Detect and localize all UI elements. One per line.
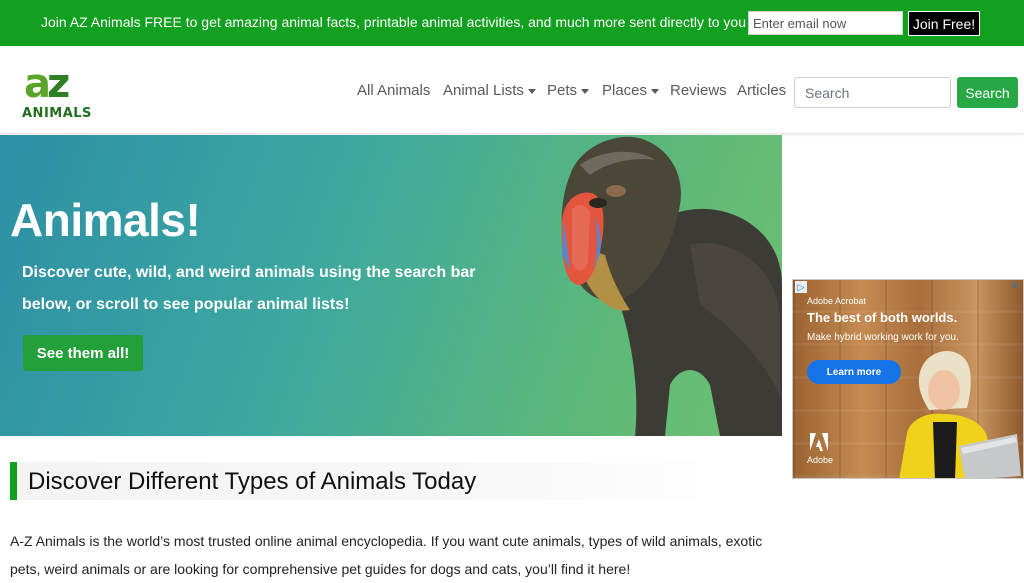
nav-label: Animal Lists [443,82,524,99]
hero-description: Discover cute, wild, and weird animals u… [22,264,476,313]
advertisement[interactable]: ▷ ✕ Adobe Acrobat The best of both world… [792,279,1024,479]
ad-headline: The best of both worlds. [807,310,958,325]
logo-wordmark: ANIMALS [22,106,92,121]
nav-label: All Animals [357,82,431,99]
az-animals-logo[interactable]: az ANIMALS [22,61,98,124]
promo-bar: Join AZ Animals FREE to get amazing anim… [0,0,1024,46]
adobe-logo-icon [810,433,828,451]
hero-title: Animals! [10,194,201,246]
woman-with-laptop-image [899,350,1021,478]
nav-pets[interactable]: Pets [547,82,590,99]
caret-down-icon [581,88,590,94]
site-header: az ANIMALS All Animals Animal Lists Pets… [0,46,1024,134]
mandrill-image [561,136,782,436]
join-free-button[interactable]: Join Free! [908,11,980,36]
nav-all-animals[interactable]: All Animals [357,82,430,99]
caret-down-icon [527,88,536,94]
section-title: Discover Different Types of Animals Toda… [28,468,477,495]
hero-banner: Animals! Discover cute, wild, and weird … [0,135,782,436]
search-input[interactable] [794,77,951,108]
close-icon[interactable]: ✕ [1009,281,1021,293]
nav-label: Articles [737,82,787,99]
logo-letters: az [24,61,70,107]
search-button[interactable]: Search [957,77,1018,108]
caret-down-icon [651,88,660,94]
nav-reviews[interactable]: Reviews [670,82,727,99]
see-them-all-button[interactable]: See them all! [23,335,143,371]
nav-articles[interactable]: Articles [737,82,786,99]
nav-places[interactable]: Places [602,82,660,99]
nav-animal-lists[interactable]: Animal Lists [443,82,536,99]
nav-label: Reviews [670,82,727,99]
nav-label: Places [602,82,648,99]
promo-text: Join AZ Animals FREE to get amazing anim… [41,14,746,30]
promo-email-input[interactable] [748,11,903,35]
nav-label: Pets [547,82,578,99]
ad-brand: Adobe Acrobat [807,296,867,306]
ad-learn-more-button[interactable]: Learn more [807,360,901,384]
intro-paragraph: A-Z Animals is the world’s most trusted … [10,533,763,577]
section-heading: Discover Different Types of Animals Toda… [10,462,752,500]
ad-info-icon[interactable]: ▷ [795,281,807,293]
ad-footer-brand: Adobe [807,455,834,465]
